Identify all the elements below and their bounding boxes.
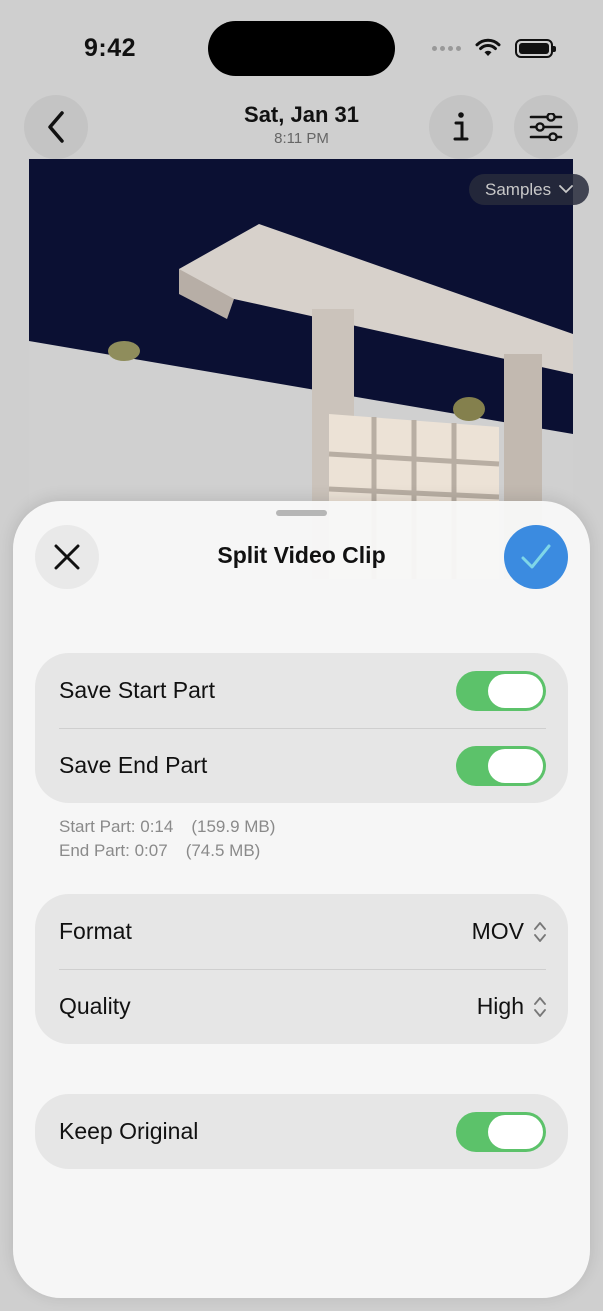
format-value: MOV	[471, 918, 524, 944]
checkmark-icon	[521, 544, 551, 569]
format-picker[interactable]: MOV	[472, 918, 546, 945]
info-button[interactable]	[429, 95, 493, 159]
keep-original-row: Keep Original	[35, 1094, 568, 1169]
dynamic-island	[208, 21, 395, 76]
chevron-up-down-icon	[534, 921, 546, 942]
sheet-grabber[interactable]	[276, 510, 327, 516]
export-options-group: Format MOV Quality High	[35, 894, 568, 1044]
start-part-info: Start Part: 0:14	[59, 817, 174, 836]
save-start-row: Save Start Part	[35, 653, 568, 728]
format-row[interactable]: Format MOV	[35, 894, 568, 969]
info-icon	[453, 112, 469, 141]
save-start-label: Save Start Part	[59, 677, 215, 703]
split-video-sheet: Split Video Clip Save Start Part Save En…	[13, 501, 590, 1298]
start-part-size: (159.9 MB)	[191, 817, 276, 836]
format-label: Format	[59, 918, 132, 944]
nav-date: Sat, Jan 31	[244, 102, 359, 127]
samples-label: Samples	[485, 179, 552, 199]
keep-original-group: Keep Original	[35, 1094, 568, 1169]
keep-original-toggle[interactable]	[456, 1111, 546, 1152]
quality-row[interactable]: Quality High	[35, 969, 568, 1044]
quality-value: High	[476, 993, 524, 1019]
end-part-info: End Part: 0:07	[59, 841, 168, 860]
nav-title: Sat, Jan 31 8:11 PM	[0, 102, 603, 147]
chevron-up-down-icon	[534, 996, 546, 1017]
keep-original-label: Keep Original	[59, 1118, 199, 1144]
confirm-button[interactable]	[504, 525, 568, 589]
sliders-icon	[529, 113, 563, 141]
save-end-toggle[interactable]	[456, 745, 546, 786]
status-time: 9:42	[84, 34, 137, 62]
parts-info: Start Part: 0:14 (159.9 MB) End Part: 0:0…	[59, 815, 275, 863]
save-end-row: Save End Part	[35, 728, 568, 803]
save-end-label: Save End Part	[59, 752, 208, 778]
end-part-size: (74.5 MB)	[185, 841, 261, 860]
battery-icon	[515, 38, 556, 58]
chevron-down-icon	[559, 185, 574, 194]
cellular-signal-icon	[432, 45, 461, 51]
nav-time: 8:11 PM	[274, 130, 329, 147]
quality-picker[interactable]: High	[477, 993, 546, 1020]
status-icons	[432, 38, 556, 58]
quality-label: Quality	[59, 993, 131, 1019]
wifi-icon	[475, 38, 501, 56]
adjust-button[interactable]	[514, 95, 578, 159]
save-parts-group: Save Start Part Save End Part	[35, 653, 568, 803]
save-start-toggle[interactable]	[456, 670, 546, 711]
samples-button[interactable]: Samples	[469, 174, 590, 205]
